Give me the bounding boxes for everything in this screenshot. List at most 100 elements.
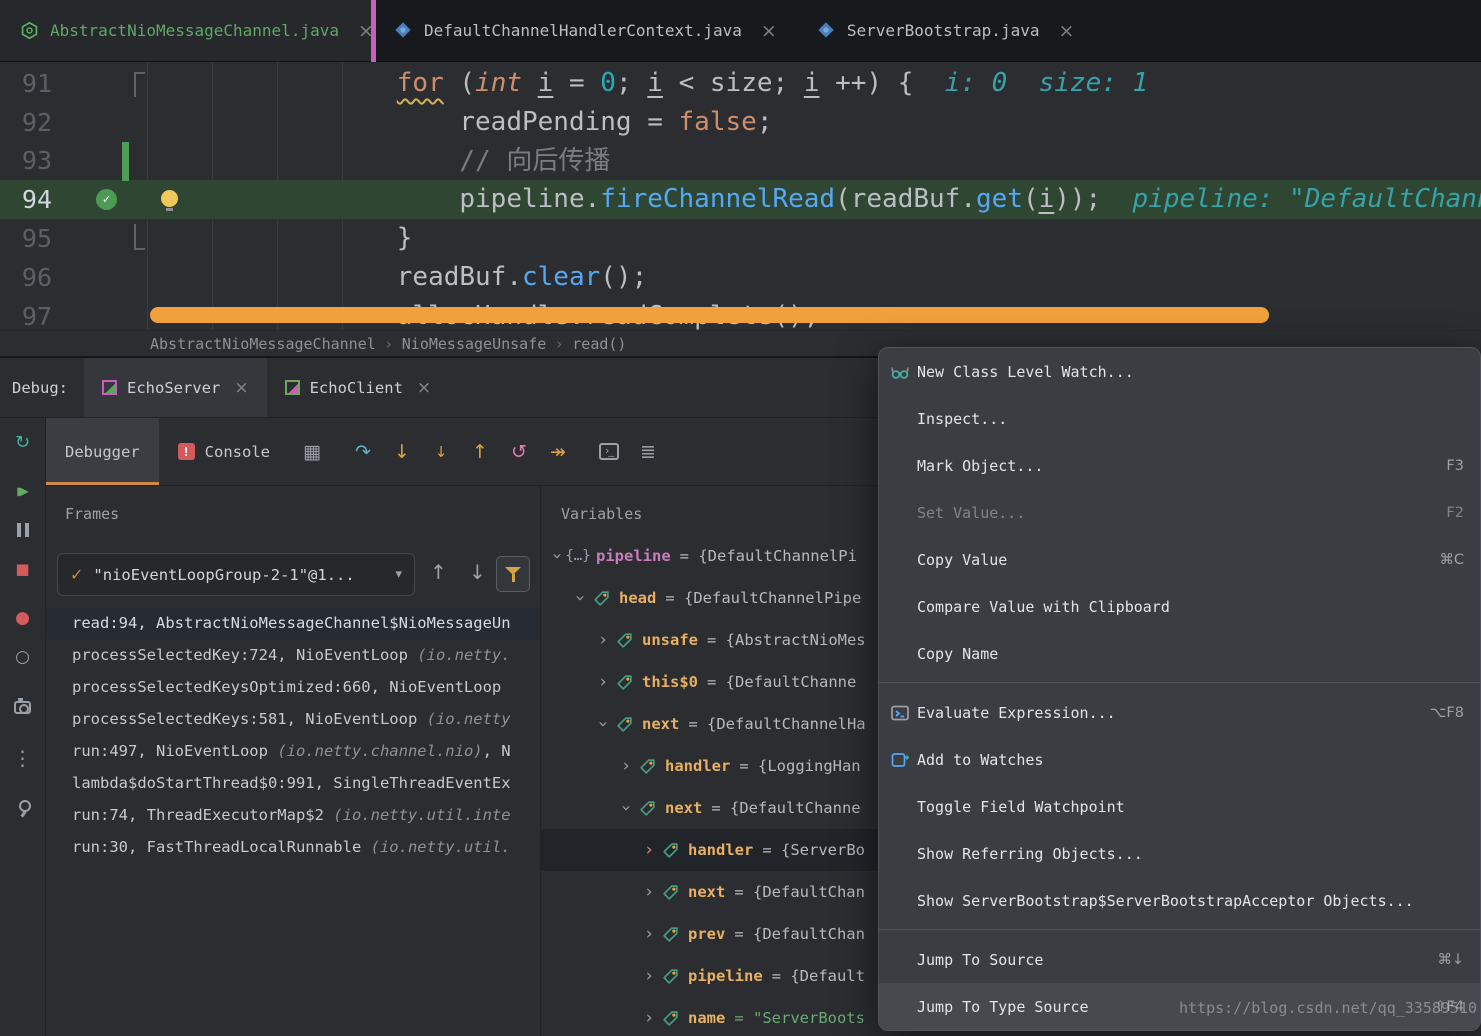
menu-item[interactable]: Toggle Field Watchpoint	[879, 783, 1480, 830]
breadcrumb-item[interactable]: read()	[572, 335, 626, 353]
more-icon[interactable]: ⋮	[11, 746, 35, 770]
fold-region-end-icon[interactable]	[134, 224, 145, 250]
line-number[interactable]: 93	[0, 146, 52, 175]
chevron-down-icon[interactable]: ›	[547, 546, 567, 566]
line-number[interactable]: 92	[0, 108, 52, 137]
close-tab-icon[interactable]: ×	[417, 378, 431, 398]
editor-tab[interactable]: ServerBootstrap.java ×	[797, 0, 1095, 61]
tag-icon	[613, 674, 635, 691]
fold-region-start-icon[interactable]	[134, 72, 145, 97]
record-icon[interactable]: ●	[11, 606, 35, 630]
frame-row[interactable]: read:94, AbstractNioMessageChannel$NioMe…	[46, 607, 540, 639]
chevron-down-icon[interactable]: ›	[593, 714, 613, 734]
menu-separator	[879, 929, 1480, 930]
chevron-down-icon[interactable]: ›	[616, 798, 636, 818]
code-editor[interactable]: 91 for (int i = 0; i < size; i ++) { i: …	[0, 62, 1481, 330]
tab-debugger[interactable]: Debugger	[46, 418, 159, 485]
run-to-cursor-icon[interactable]: ↠	[545, 439, 571, 465]
stop-icon[interactable]: ■	[11, 557, 35, 581]
frame-row[interactable]: processSelectedKeys:581, NioEventLoop (i…	[46, 703, 540, 735]
chevron-right-icon[interactable]: ›	[593, 672, 613, 692]
hide-frames-filter-button[interactable]	[496, 556, 530, 592]
menu-item[interactable]: New Class Level Watch...	[879, 348, 1480, 395]
debug-session-tab[interactable]: EchoServer ×	[84, 358, 267, 417]
chevron-right-icon[interactable]: ›	[593, 630, 613, 650]
resume-icon[interactable]: ▶▶	[11, 479, 35, 503]
menu-item[interactable]: Add to Watches	[879, 736, 1480, 783]
menu-item[interactable]: Inspect...	[879, 395, 1480, 442]
line-number[interactable]: 97	[0, 302, 52, 330]
chevron-right-icon[interactable]: ›	[616, 756, 636, 776]
editor-tab[interactable]: AbstractNioMessageChannel.java ×	[0, 0, 374, 61]
step-out-icon[interactable]: ↑	[467, 439, 493, 465]
tag-icon	[659, 968, 681, 985]
screenshot-icon[interactable]	[11, 695, 35, 719]
open-console-icon[interactable]: ›_	[596, 439, 622, 465]
reset-frame-icon[interactable]: ↺	[506, 439, 532, 465]
rerun-icon[interactable]: ↻	[11, 430, 35, 454]
line-number[interactable]: 91	[0, 69, 52, 98]
menu-item[interactable]: Show ServerBootstrap$ServerBootstrapAcce…	[879, 877, 1480, 924]
code-line[interactable]: 93 // 向后传播	[0, 142, 1481, 181]
menu-item[interactable]: Show Referring Objects...	[879, 830, 1480, 877]
chevron-right-icon[interactable]: ›	[639, 924, 659, 944]
breakpoint-circle-icon[interactable]: ○	[11, 645, 35, 669]
code-line[interactable]: 94 pipeline.fireChannelRead(readBuf.get(…	[0, 180, 1481, 220]
line-number[interactable]: 94	[0, 185, 52, 214]
variables-title: Variables	[561, 505, 643, 523]
frame-row[interactable]: processSelectedKeysOptimized:660, NioEve…	[46, 671, 540, 703]
vcs-change-marker[interactable]	[122, 142, 129, 181]
chevron-right-icon[interactable]: ›	[639, 882, 659, 902]
chevron-right-icon[interactable]: ›	[639, 1008, 659, 1028]
intention-bulb-icon[interactable]	[161, 190, 178, 211]
chevron-down-icon[interactable]: ›	[570, 588, 590, 608]
variable-value: = {LoggingHan	[739, 757, 861, 775]
step-into-icon[interactable]: ↓	[389, 439, 415, 465]
variable-name: name	[688, 1009, 726, 1027]
chevron-right-icon[interactable]: ›	[639, 840, 659, 860]
menu-item-label: Jump To Source	[917, 950, 1044, 969]
frame-row[interactable]: lambda$doStartThread$0:991, SingleThread…	[46, 767, 540, 799]
line-number[interactable]: 95	[0, 224, 52, 253]
breadcrumb-item[interactable]: AbstractNioMessageChannel	[150, 335, 376, 353]
frame-row[interactable]: processSelectedKey:724, NioEventLoop (io…	[46, 639, 540, 671]
close-tab-icon[interactable]: ×	[1058, 20, 1074, 42]
line-number[interactable]: 96	[0, 263, 52, 292]
menu-item[interactable]: Compare Value with Clipboard	[879, 583, 1480, 630]
code-line[interactable]: 96 readBuf.clear();	[0, 258, 1481, 297]
frame-up-icon[interactable]: ↑	[430, 560, 447, 584]
code-line[interactable]: 92 readPending = false;	[0, 103, 1481, 142]
editor-tab[interactable]: DefaultChannelHandlerContext.java ×	[374, 0, 797, 61]
menu-item[interactable]: Copy Value ⌘C	[879, 536, 1480, 583]
chevron-right-icon[interactable]: ›	[639, 966, 659, 986]
frame-row[interactable]: run:30, FastThreadLocalRunnable (io.nett…	[46, 831, 540, 863]
variable-name: handler	[688, 841, 754, 859]
horizontal-scrollbar[interactable]	[150, 307, 1269, 323]
settings-sliders-icon[interactable]: ≣	[635, 439, 661, 465]
close-tab-icon[interactable]: ×	[234, 378, 248, 398]
menu-item[interactable]: Evaluate Expression... ⌥F8	[879, 689, 1480, 736]
variable-value: = {DefaultChannelPi	[679, 547, 857, 565]
step-over-icon[interactable]: ↷	[350, 439, 376, 465]
code-line[interactable]: 95 }	[0, 219, 1481, 258]
evaluate-icon	[889, 702, 911, 724]
breakpoint-hit-icon[interactable]: ✓	[96, 189, 117, 210]
frame-row[interactable]: run:497, NioEventLoop (io.netty.channel.…	[46, 735, 540, 767]
variable-value: = {ServerBo	[762, 841, 865, 859]
thread-selector[interactable]: ✓ "nioEventLoopGroup-2-1"@1... ▾	[57, 553, 415, 596]
frame-down-icon[interactable]: ↓	[469, 560, 486, 584]
frame-row[interactable]: run:74, ThreadExecutorMap$2 (io.netty.ut…	[46, 799, 540, 831]
breadcrumb-item[interactable]: NioMessageUnsafe	[402, 335, 547, 353]
force-step-into-icon[interactable]: ↓	[428, 439, 454, 465]
pin-icon[interactable]	[11, 796, 35, 820]
menu-item[interactable]: Copy Name	[879, 630, 1480, 677]
close-tab-icon[interactable]: ×	[761, 20, 777, 42]
tab-console[interactable]: ! Console	[159, 418, 289, 485]
code-line[interactable]: 91 for (int i = 0; i < size; i ++) { i: …	[0, 64, 1481, 103]
pause-icon[interactable]	[11, 518, 35, 542]
session-tab-label: EchoClient	[309, 378, 403, 397]
debug-session-tab[interactable]: EchoClient ×	[267, 358, 450, 417]
restore-layout-icon[interactable]: ▦	[299, 439, 325, 465]
menu-item[interactable]: Mark Object... F3	[879, 442, 1480, 489]
menu-item[interactable]: Jump To Source ⌘↓	[879, 936, 1480, 983]
